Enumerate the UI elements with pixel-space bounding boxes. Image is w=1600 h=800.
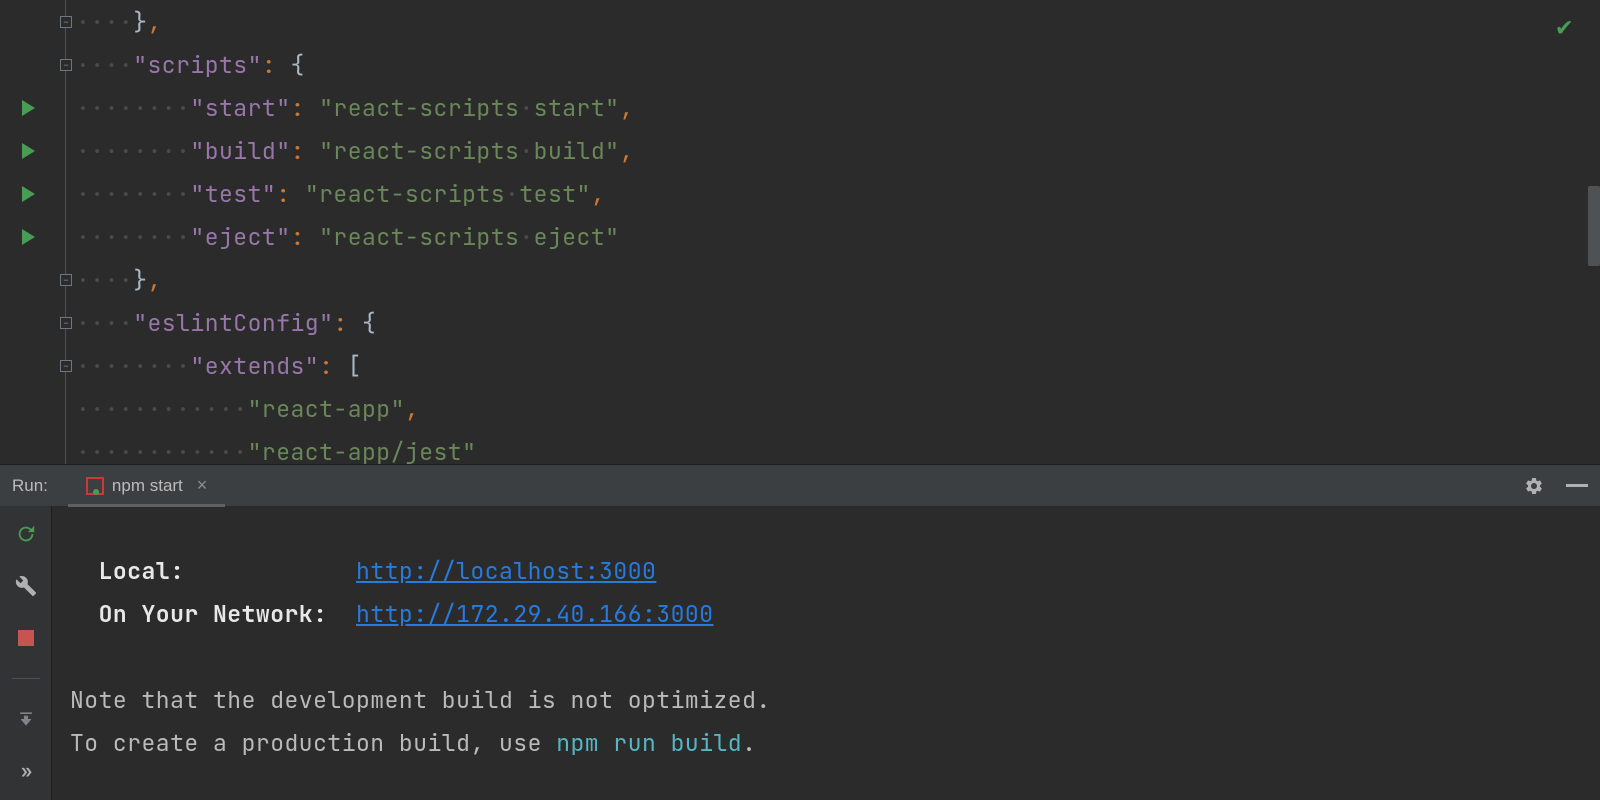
console-output[interactable]: Local: http://localhost:3000 On Your Net… — [52, 506, 1600, 800]
editor-gutter — [0, 0, 56, 464]
close-tab-icon[interactable]: × — [197, 475, 208, 496]
code-line[interactable]: ········"start": "react-scripts·start", — [76, 86, 1600, 129]
run-gutter-icon[interactable] — [22, 186, 35, 202]
hide-panel-icon[interactable] — [1566, 484, 1588, 487]
network-label: On Your Network: — [99, 599, 328, 629]
fold-column: − − − − − — [56, 0, 76, 464]
code-line[interactable]: ············"react-app/jest" — [76, 430, 1600, 473]
note-line-1: Note that the development build is not o… — [70, 679, 1600, 722]
fold-toggle-icon[interactable]: − — [60, 317, 72, 329]
build-command: npm run build — [556, 728, 742, 758]
code-line[interactable]: ············"react-app", — [76, 387, 1600, 430]
run-gutter-icon[interactable] — [22, 100, 35, 116]
npm-icon — [86, 477, 104, 495]
run-toolbar: » — [0, 506, 52, 800]
fold-toggle-icon[interactable]: − — [60, 16, 72, 28]
run-gutter-icon[interactable] — [22, 143, 35, 159]
local-url-link[interactable]: http://localhost:3000 — [356, 556, 656, 586]
run-gutter-icon[interactable] — [22, 229, 35, 245]
fold-toggle-icon[interactable]: − — [60, 360, 72, 372]
stop-button[interactable] — [14, 626, 38, 650]
code-editor[interactable]: ✔ −−−−− ····},····"scripts": {········"s… — [0, 0, 1600, 464]
run-tab-title: npm start — [112, 476, 183, 496]
scroll-to-end-button[interactable] — [14, 707, 38, 731]
network-url-link[interactable]: http://172.29.40.166:3000 — [356, 599, 714, 629]
code-line[interactable]: ········"extends": [ — [76, 344, 1600, 387]
code-line[interactable]: ····}, — [76, 258, 1600, 301]
rerun-button[interactable] — [14, 522, 38, 546]
more-button[interactable]: » — [14, 759, 38, 783]
code-line[interactable]: ········"test": "react-scripts·test", — [76, 172, 1600, 215]
note-line-2a: To create a production build, use — [70, 728, 556, 758]
local-label: Local: — [99, 556, 185, 586]
run-tab-npm-start[interactable]: npm start × — [68, 465, 225, 506]
code-line[interactable]: ····}, — [76, 0, 1600, 43]
code-line[interactable]: ····"eslintConfig": { — [76, 301, 1600, 344]
code-line[interactable]: ········"eject": "react-scripts·eject" — [76, 215, 1600, 258]
code-area[interactable]: ····},····"scripts": {········"start": "… — [76, 0, 1600, 464]
edit-config-button[interactable] — [14, 574, 38, 598]
run-panel-body: » Local: http://localhost:3000 On Your N… — [0, 506, 1600, 800]
settings-icon[interactable] — [1524, 476, 1544, 496]
code-line[interactable]: ····"scripts": { — [76, 43, 1600, 86]
fold-toggle-icon[interactable]: − — [60, 274, 72, 286]
fold-toggle-icon[interactable]: − — [60, 59, 72, 71]
toolbar-separator — [12, 678, 40, 679]
run-panel-label: Run: — [12, 476, 48, 496]
code-line[interactable]: ········"build": "react-scripts·build", — [76, 129, 1600, 172]
